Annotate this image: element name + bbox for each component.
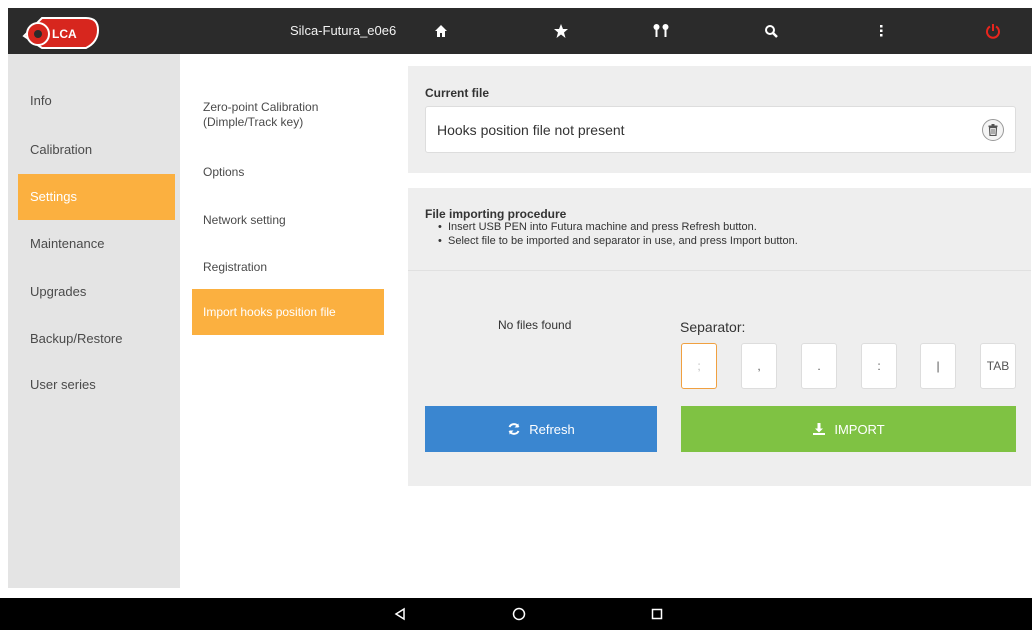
keys-icon — [653, 24, 669, 37]
separator-comma[interactable]: , — [741, 343, 777, 389]
download-icon — [813, 423, 826, 435]
favorites-button[interactable] — [538, 8, 584, 54]
sidebar-item-maintenance[interactable]: Maintenance — [18, 221, 180, 267]
current-file-panel: Current file Hooks position file not pre… — [408, 66, 1031, 173]
import-step-2: Select file to be imported and separator… — [438, 234, 798, 248]
separator-tab[interactable]: TAB — [980, 343, 1016, 389]
nav-home-button[interactable] — [495, 598, 543, 630]
sidebar-item-user-series[interactable]: User series — [18, 362, 180, 408]
current-file-box: Hooks position file not present — [425, 106, 1016, 153]
import-heading: File importing procedure — [425, 207, 567, 221]
search-button[interactable] — [748, 8, 794, 54]
import-label: IMPORT — [834, 421, 885, 437]
back-icon — [394, 607, 405, 621]
import-button[interactable]: IMPORT — [681, 406, 1016, 452]
sidebar-item-upgrades[interactable]: Upgrades — [18, 269, 180, 315]
divider — [408, 270, 1031, 271]
import-step-1: Insert USB PEN into Futura machine and p… — [438, 220, 798, 234]
more-vertical-icon — [880, 25, 883, 37]
search-icon — [765, 25, 778, 38]
power-icon — [986, 24, 1000, 39]
star-icon — [554, 24, 568, 38]
recents-icon — [651, 608, 663, 620]
silca-logo: LCA — [20, 14, 100, 54]
app-window: LCA Silca-Futura_e0e6 Info Calibration S… — [0, 0, 1032, 630]
current-file-value: Hooks position file not present — [437, 122, 625, 138]
separator-period[interactable]: . — [801, 343, 837, 389]
refresh-icon — [508, 423, 520, 435]
separator-semicolon[interactable]: ; — [681, 343, 717, 389]
submenu-item-registration[interactable]: Registration — [192, 260, 384, 275]
nav-recents-button[interactable] — [633, 598, 681, 630]
submenu-item-options[interactable]: Options — [192, 165, 384, 180]
home-icon — [435, 25, 447, 37]
trash-icon — [988, 124, 998, 136]
home-button[interactable] — [418, 8, 464, 54]
android-nav-bar — [0, 598, 1032, 630]
submenu-item-zero-point-calibration[interactable]: Zero-point Calibration (Dimple/Track key… — [192, 100, 384, 130]
import-panel: File importing procedure Insert USB PEN … — [408, 188, 1031, 486]
sidebar-item-info[interactable]: Info — [18, 78, 180, 124]
sidebar: Info Calibration Settings Maintenance Up… — [8, 54, 180, 588]
import-steps: Insert USB PEN into Futura machine and p… — [438, 220, 798, 248]
power-button[interactable] — [970, 8, 1016, 54]
home-circle-icon — [512, 607, 526, 621]
refresh-label: Refresh — [529, 421, 575, 437]
sidebar-item-backup-restore[interactable]: Backup/Restore — [18, 316, 180, 362]
current-file-heading: Current file — [425, 86, 490, 100]
keys-button[interactable] — [638, 8, 684, 54]
separator-label: Separator: — [680, 319, 746, 335]
top-bar: LCA Silca-Futura_e0e6 — [8, 8, 1032, 54]
refresh-button[interactable]: Refresh — [425, 406, 657, 452]
no-files-message: No files found — [498, 318, 572, 332]
separator-pipe[interactable]: | — [920, 343, 956, 389]
svg-text:LCA: LCA — [52, 27, 77, 41]
sidebar-item-calibration[interactable]: Calibration — [18, 127, 180, 173]
sidebar-item-settings[interactable]: Settings — [18, 174, 175, 220]
device-name: Silca-Futura_e0e6 — [290, 23, 397, 38]
separator-colon[interactable]: : — [861, 343, 897, 389]
submenu-item-network-setting[interactable]: Network setting — [192, 213, 384, 228]
nav-back-button[interactable] — [376, 598, 424, 630]
more-button[interactable] — [858, 8, 904, 54]
settings-submenu: Zero-point Calibration (Dimple/Track key… — [192, 54, 392, 588]
delete-file-button[interactable] — [982, 119, 1004, 141]
submenu-item-import-hooks[interactable]: Import hooks position file — [192, 289, 384, 335]
